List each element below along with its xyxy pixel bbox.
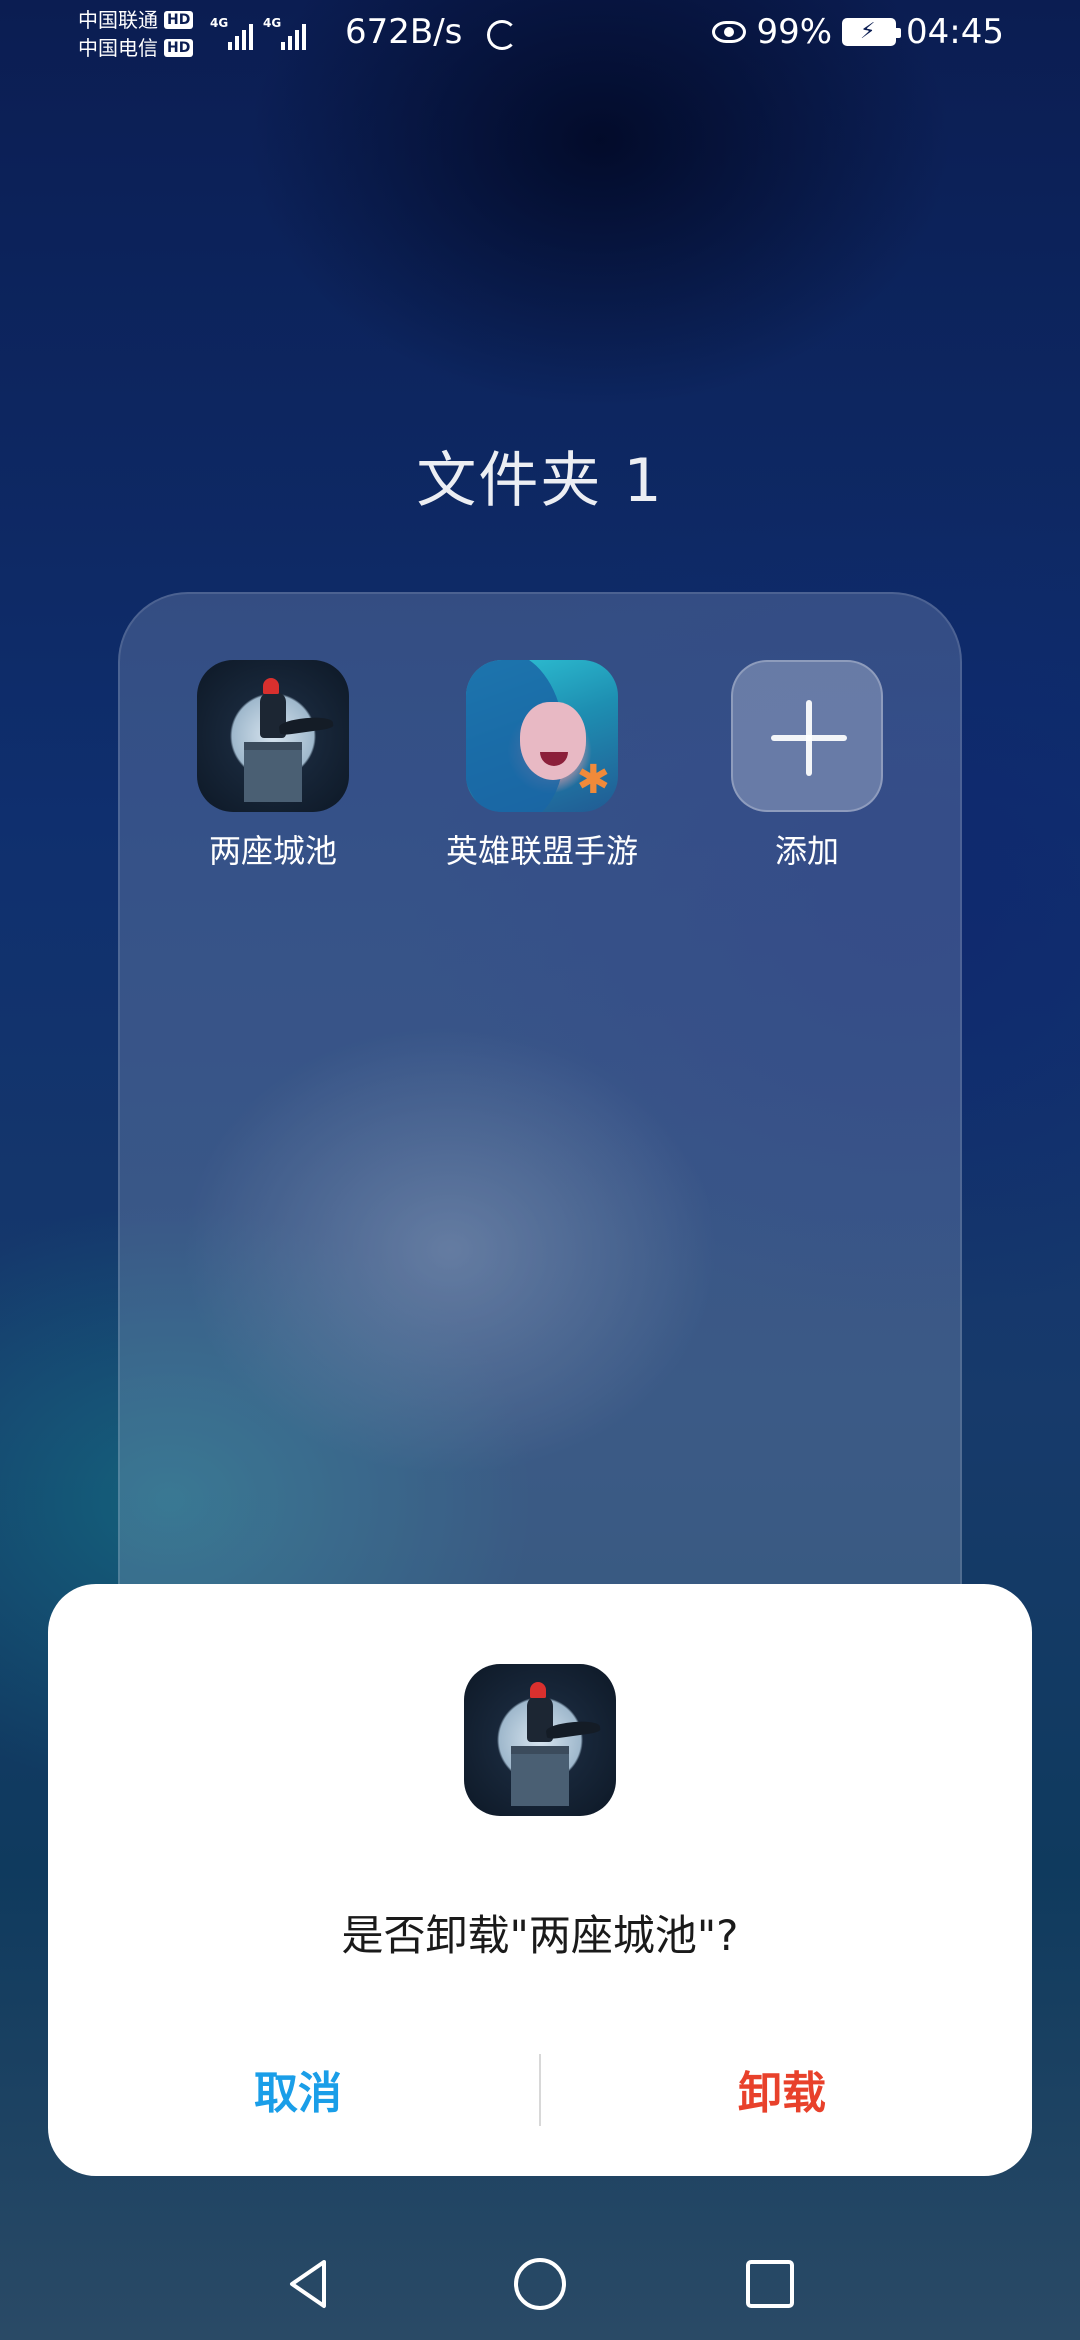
hd-badge: HD xyxy=(164,11,194,29)
network-type-label: 4G xyxy=(263,16,282,30)
hd-badge: HD xyxy=(164,39,194,57)
app-two-cities[interactable]: 两座城池 xyxy=(153,660,393,872)
signal-strength-icon: 4G xyxy=(263,16,306,50)
loading-icon xyxy=(487,20,517,50)
castle-game-icon[interactable] xyxy=(197,660,349,812)
carrier-2-label: 中国电信 xyxy=(78,36,158,60)
app-label: 两座城池 xyxy=(208,832,337,870)
add-label: 添加 xyxy=(774,832,839,870)
signal-strength-icon: 4G xyxy=(210,16,253,50)
folder-panel: 两座城池 ✱ 英雄联盟手游 添加 xyxy=(118,592,962,1692)
home-circle-icon[interactable] xyxy=(510,2254,570,2314)
carrier-1-label: 中国联通 xyxy=(78,8,158,32)
eye-comfort-icon xyxy=(712,21,747,43)
carrier-info: 中国联通 HD 中国电信 HD xyxy=(78,6,194,62)
back-triangle-icon[interactable] xyxy=(280,2254,340,2314)
cancel-button[interactable]: 取消 xyxy=(68,2054,528,2134)
network-speed: 672B/s xyxy=(345,12,463,52)
network-type-label: 4G xyxy=(210,16,229,30)
uninstall-button[interactable]: 卸载 xyxy=(552,2054,1012,2134)
signal-indicators: 4G 4G xyxy=(210,16,306,50)
dialog-actions: 取消 卸载 xyxy=(48,2054,1032,2134)
app-lol-mobile[interactable]: ✱ 英雄联盟手游 xyxy=(422,660,662,872)
app-label: 英雄联盟手游 xyxy=(445,832,638,870)
lol-mobile-icon[interactable]: ✱ xyxy=(466,660,618,812)
castle-game-icon xyxy=(464,1664,616,1816)
status-bar: 中国联通 HD 中国电信 HD 4G 4G 672B/s 99% ⚡ 04:45 xyxy=(0,0,1080,72)
recent-square-icon[interactable] xyxy=(740,2254,800,2314)
button-divider xyxy=(539,2054,541,2126)
battery-charging-icon: ⚡ xyxy=(842,18,902,46)
plus-icon[interactable] xyxy=(731,660,883,812)
battery-percentage: 99% xyxy=(756,12,833,52)
uninstall-dialog: 是否卸载"两座城池"? 取消 卸载 xyxy=(48,1584,1032,2176)
navigation-bar xyxy=(0,2226,1080,2340)
add-app-button[interactable]: 添加 xyxy=(687,660,927,872)
folder-title[interactable]: 文件夹 1 xyxy=(0,432,1080,519)
dialog-message: 是否卸载"两座城池"? xyxy=(341,1911,739,1960)
clock: 04:45 xyxy=(906,12,1004,52)
